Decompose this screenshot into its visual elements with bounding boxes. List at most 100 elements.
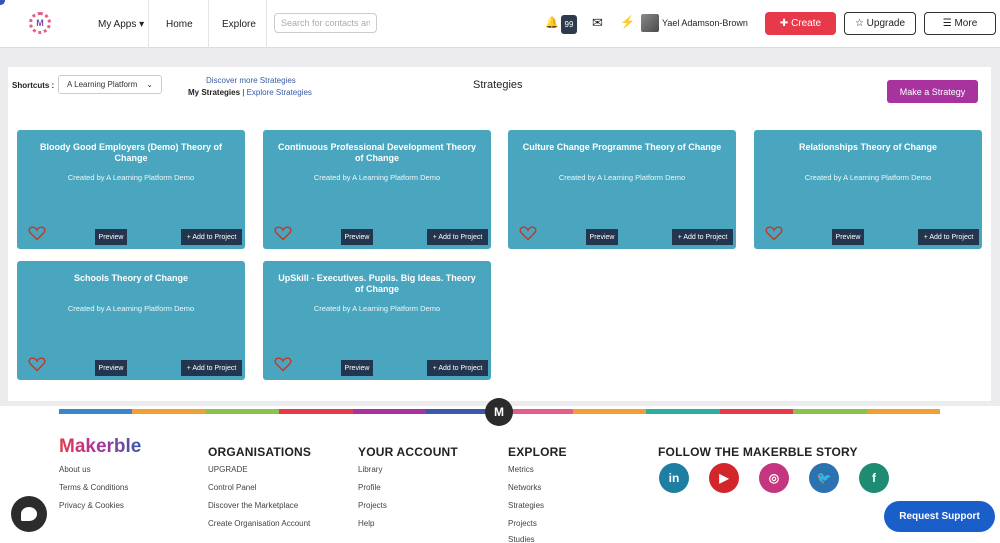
heart-icon[interactable] bbox=[28, 356, 46, 372]
heart-icon[interactable] bbox=[28, 225, 46, 241]
app-logo[interactable]: M bbox=[29, 12, 51, 34]
linkedin-icon[interactable]: in bbox=[659, 463, 689, 493]
user-name[interactable]: Yael Adamson-Brown bbox=[662, 18, 748, 28]
footer-link[interactable]: Metrics bbox=[508, 465, 534, 474]
nav-home[interactable]: Home bbox=[166, 0, 193, 48]
card-title: UpSkill - Executives. Pupils. Big Ideas.… bbox=[278, 273, 476, 294]
strategy-card[interactable]: Schools Theory of Change Created by A Le… bbox=[17, 261, 245, 380]
strategy-tabs: My Strategies | Explore Strategies bbox=[188, 88, 312, 97]
color-strip-segment bbox=[59, 409, 133, 414]
color-strip-segment bbox=[793, 409, 867, 414]
preview-button[interactable]: Preview bbox=[341, 229, 373, 245]
footer-heading-organisations: ORGANISATIONS bbox=[208, 445, 312, 459]
preview-button[interactable]: Preview bbox=[95, 360, 127, 376]
color-strip-segment bbox=[719, 409, 794, 414]
chevron-down-icon: ⌄ bbox=[146, 80, 153, 89]
footer-link-privacy[interactable]: Privacy & Cookies bbox=[59, 501, 124, 510]
footer-link[interactable]: Profile bbox=[358, 483, 381, 492]
card-title: Bloody Good Employers (Demo) Theory of C… bbox=[39, 142, 222, 163]
add-to-project-button[interactable]: + Add to Project bbox=[427, 360, 488, 376]
notification-badge[interactable]: 99 bbox=[561, 15, 577, 34]
strategy-card[interactable]: Culture Change Programme Theory of Chang… bbox=[508, 130, 736, 249]
card-author: Created by A Learning Platform Demo bbox=[558, 173, 686, 182]
page-title: Strategies bbox=[473, 79, 523, 91]
color-strip-segment bbox=[646, 409, 720, 414]
site-footer: M Makerble About us Terms & Conditions P… bbox=[0, 398, 1000, 543]
bolt-icon[interactable]: ⚡ bbox=[620, 15, 635, 29]
add-to-project-button[interactable]: + Add to Project bbox=[181, 360, 242, 376]
heart-icon[interactable] bbox=[765, 225, 783, 241]
corner-dot bbox=[0, 0, 5, 5]
nav-divider bbox=[148, 0, 149, 48]
card-author: Created by A Learning Platform Demo bbox=[313, 173, 441, 182]
mail-icon[interactable]: ✉ bbox=[592, 15, 603, 31]
nav-divider bbox=[208, 0, 209, 48]
footer-link-about[interactable]: About us bbox=[59, 465, 91, 474]
tab-explore-strategies[interactable]: Explore Strategies bbox=[247, 88, 312, 97]
facebook-icon[interactable]: f bbox=[859, 463, 889, 493]
footer-link[interactable]: Projects bbox=[508, 519, 537, 528]
heart-icon[interactable] bbox=[274, 356, 292, 372]
search-input[interactable] bbox=[274, 13, 377, 33]
heart-icon[interactable] bbox=[519, 225, 537, 241]
add-to-project-button[interactable]: + Add to Project bbox=[427, 229, 488, 245]
add-to-project-button[interactable]: + Add to Project bbox=[672, 229, 733, 245]
strategy-card[interactable]: UpSkill - Executives. Pupils. Big Ideas.… bbox=[263, 261, 491, 380]
top-header: M My Apps ▾ Home Explore 🔔 99 ✉ ⚡ Yael A… bbox=[0, 0, 1000, 48]
nav-explore[interactable]: Explore bbox=[222, 0, 256, 48]
heart-icon[interactable] bbox=[274, 225, 292, 241]
footer-link[interactable]: Projects bbox=[358, 501, 387, 510]
card-title: Schools Theory of Change bbox=[73, 273, 188, 283]
footer-link[interactable]: Library bbox=[358, 465, 382, 474]
card-author: Created by A Learning Platform Demo bbox=[67, 304, 195, 313]
avatar[interactable] bbox=[641, 14, 659, 32]
footer-link[interactable]: Discover the Marketplace bbox=[208, 501, 298, 510]
twitter-icon[interactable]: 🐦 bbox=[809, 463, 839, 493]
add-to-project-button[interactable]: + Add to Project bbox=[918, 229, 979, 245]
footer-link[interactable]: UPGRADE bbox=[208, 465, 248, 474]
strategy-card[interactable]: Bloody Good Employers (Demo) Theory of C… bbox=[17, 130, 245, 249]
strategy-card[interactable]: Relationships Theory of Change Created b… bbox=[754, 130, 982, 249]
color-strip-segment bbox=[866, 409, 941, 414]
upgrade-button[interactable]: ☆ Upgrade bbox=[844, 12, 916, 35]
footer-link[interactable]: Create Organisation Account bbox=[208, 519, 310, 528]
discover-strategies-link[interactable]: Discover more Strategies bbox=[206, 76, 296, 85]
strategy-card[interactable]: Continuous Professional Development Theo… bbox=[263, 130, 491, 249]
footer-link[interactable]: Help bbox=[358, 519, 374, 528]
card-title: Relationships Theory of Change bbox=[798, 142, 937, 152]
more-button[interactable]: ☰ More bbox=[924, 12, 996, 35]
instagram-icon[interactable]: ◎ bbox=[759, 463, 789, 493]
footer-link[interactable]: Control Panel bbox=[208, 483, 256, 492]
create-button[interactable]: ✚ Create bbox=[765, 12, 836, 35]
footer-heading-follow: FOLLOW THE MAKERBLE STORY bbox=[658, 445, 858, 459]
add-to-project-button[interactable]: + Add to Project bbox=[181, 229, 242, 245]
footer-heading-explore: EXPLORE bbox=[508, 445, 567, 459]
preview-button[interactable]: Preview bbox=[832, 229, 864, 245]
shortcuts-label: Shortcuts : bbox=[12, 81, 55, 90]
color-strip-segment bbox=[205, 409, 280, 414]
preview-button[interactable]: Preview bbox=[586, 229, 618, 245]
card-title: Continuous Professional Development Theo… bbox=[277, 142, 477, 163]
footer-link-terms[interactable]: Terms & Conditions bbox=[59, 483, 128, 492]
color-strip-segment bbox=[352, 409, 427, 414]
youtube-icon[interactable]: ▶ bbox=[709, 463, 739, 493]
preview-button[interactable]: Preview bbox=[341, 360, 373, 376]
footer-link[interactable]: Networks bbox=[508, 483, 541, 492]
card-title: Culture Change Programme Theory of Chang… bbox=[522, 142, 722, 152]
request-support-button[interactable]: Request Support bbox=[884, 501, 995, 532]
footer-link[interactable]: Studies bbox=[508, 535, 535, 543]
card-author: Created by A Learning Platform Demo bbox=[804, 173, 932, 182]
footer-logo[interactable]: Makerble bbox=[59, 436, 141, 458]
color-strip-segment bbox=[572, 409, 647, 414]
nav-my-apps[interactable]: My Apps ▾ bbox=[98, 0, 144, 48]
color-strip-segment bbox=[132, 409, 206, 414]
makerble-badge[interactable]: M bbox=[485, 398, 513, 426]
chat-icon[interactable] bbox=[11, 496, 47, 532]
shortcuts-select[interactable]: A Learning Platform ⌄ bbox=[58, 75, 162, 94]
bell-icon[interactable]: 🔔 bbox=[545, 16, 559, 29]
footer-heading-account: YOUR ACCOUNT bbox=[358, 445, 458, 459]
make-strategy-button[interactable]: Make a Strategy bbox=[887, 80, 978, 103]
tab-my-strategies[interactable]: My Strategies bbox=[188, 88, 240, 97]
preview-button[interactable]: Preview bbox=[95, 229, 127, 245]
footer-link[interactable]: Strategies bbox=[508, 501, 544, 510]
